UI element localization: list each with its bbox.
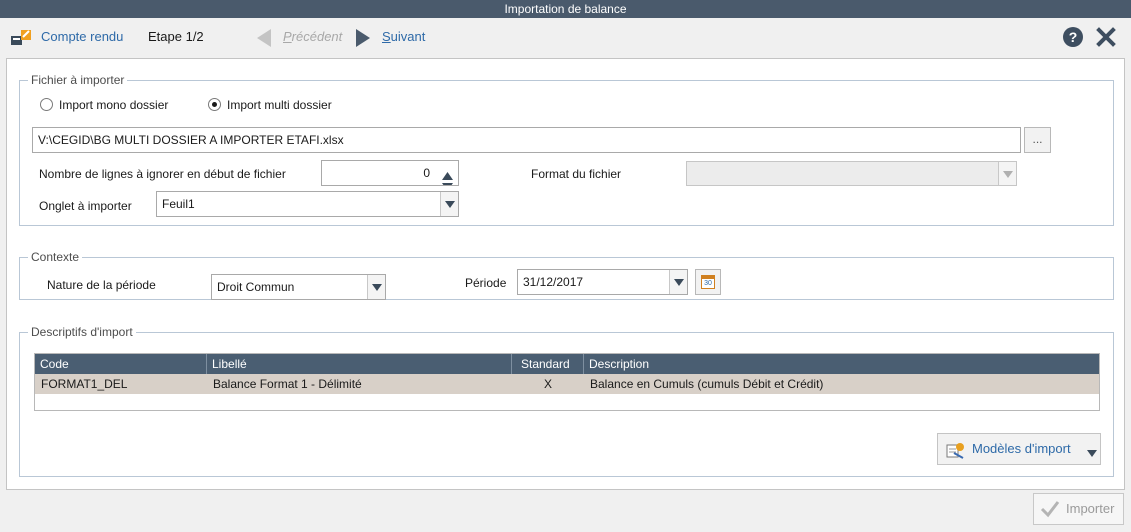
- period-nature-dropdown-icon[interactable]: [367, 275, 385, 299]
- skip-lines-stepper[interactable]: 0: [321, 160, 459, 186]
- file-path-value: V:\CEGID\BG MULTI DOSSIER A IMPORTER ETA…: [38, 133, 344, 147]
- svg-text:?: ?: [1069, 29, 1078, 45]
- table-header: Code Libellé Standard Description: [35, 354, 1099, 374]
- chevron-down-icon: [1087, 446, 1097, 461]
- stepper-down-icon[interactable]: [442, 175, 453, 185]
- sheet-select[interactable]: Feuil1: [156, 191, 459, 217]
- import-models-icon: [946, 441, 966, 462]
- previous-button[interactable]: Précédent: [283, 18, 342, 56]
- report-link[interactable]: Compte rendu: [41, 18, 123, 56]
- descriptors-table: Code Libellé Standard Description FORMAT…: [34, 353, 1100, 411]
- period-nature-select[interactable]: Droit Commun: [211, 274, 386, 300]
- calendar-button[interactable]: 30: [695, 269, 721, 295]
- period-nature-value: Droit Commun: [217, 280, 295, 294]
- file-format-select[interactable]: [686, 161, 1017, 186]
- period-date-dropdown-icon[interactable]: [669, 270, 687, 294]
- cell-libelle: Balance Format 1 - Délimité: [213, 377, 362, 391]
- column-libelle[interactable]: Libellé: [207, 354, 512, 374]
- period-date-value: 31/12/2017: [523, 275, 584, 289]
- file-path-input[interactable]: V:\CEGID\BG MULTI DOSSIER A IMPORTER ETA…: [32, 127, 1021, 153]
- help-icon[interactable]: ?: [1062, 26, 1084, 51]
- cell-code: FORMAT1_DEL: [41, 377, 128, 391]
- descriptors-group-title: Descriptifs d'import: [28, 324, 136, 340]
- browse-label: ...: [1032, 132, 1043, 146]
- radio-mono-label: Import mono dossier: [59, 98, 169, 112]
- radio-mono-dossier[interactable]: [40, 98, 53, 111]
- arrow-right-icon[interactable]: [354, 28, 372, 51]
- period-date-select[interactable]: 31/12/2017: [517, 269, 688, 295]
- calendar-day: 30: [704, 280, 712, 287]
- close-icon[interactable]: [1096, 27, 1116, 50]
- import-models-button[interactable]: Modèles d'import: [937, 433, 1101, 465]
- import-button-label: Importer: [1066, 501, 1115, 516]
- window-title: Importation de balance: [0, 0, 1131, 18]
- column-code[interactable]: Code: [35, 354, 207, 374]
- sheet-label: Onglet à importer: [39, 199, 132, 213]
- table-row[interactable]: FORMAT1_DEL Balance Format 1 - Délimité …: [35, 374, 1099, 394]
- step-indicator: Etape 1/2: [148, 29, 204, 44]
- sheet-value: Feuil1: [162, 197, 195, 211]
- cell-description: Balance en Cumuls (cumuls Débit et Crédi…: [590, 377, 824, 391]
- file-format-label: Format du fichier: [531, 167, 622, 181]
- context-group-title: Contexte: [28, 249, 83, 265]
- radio-multi-dossier[interactable]: [208, 98, 221, 111]
- import-models-label: Modèles d'import: [972, 441, 1071, 456]
- cell-standard: X: [543, 377, 552, 391]
- skip-lines-value: 0: [423, 166, 430, 180]
- file-group-title: Fichier à importer: [28, 72, 128, 88]
- radio-multi-label: Import multi dossier: [227, 98, 332, 112]
- main-panel: Fichier à importer Import mono dossier I…: [6, 58, 1125, 490]
- next-button[interactable]: Suivant: [382, 18, 425, 56]
- calendar-icon: 30: [701, 275, 715, 289]
- report-icon[interactable]: [10, 28, 34, 51]
- file-format-dropdown-icon[interactable]: [998, 162, 1016, 185]
- column-description[interactable]: Description: [584, 354, 1101, 374]
- skip-lines-label: Nombre de lignes à ignorer en début de f…: [39, 167, 286, 181]
- import-button[interactable]: Importer: [1033, 493, 1124, 525]
- column-standard[interactable]: Standard: [512, 354, 584, 374]
- toolbar: Compte rendu Etape 1/2 Précédent Suivant…: [0, 18, 1131, 56]
- arrow-left-icon: [255, 28, 273, 51]
- checkmark-icon: [1040, 500, 1060, 521]
- browse-button[interactable]: ...: [1024, 127, 1051, 153]
- period-nature-label: Nature de la période: [47, 278, 156, 292]
- sheet-dropdown-icon[interactable]: [440, 192, 458, 216]
- period-label: Période: [465, 276, 507, 290]
